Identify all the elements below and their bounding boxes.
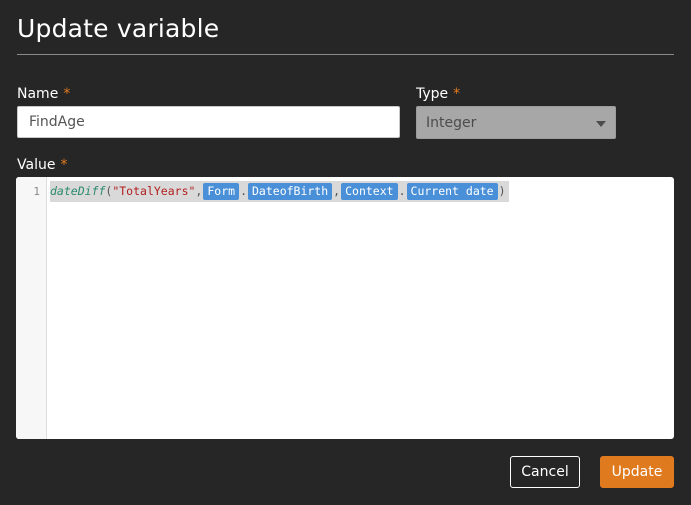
editor-gutter: 1 [16,177,47,439]
type-select[interactable]: Integer [416,106,616,139]
value-label: Value * [17,157,67,173]
value-code-editor[interactable]: 1 dateDiff("TotalYears", Form. DateofBirth… [16,177,674,439]
dot: . [398,184,406,198]
dot: . [240,184,247,198]
dialog-title: Update variable [17,14,220,43]
name-input[interactable] [17,106,400,138]
chevron-down-icon [596,121,606,127]
update-button[interactable]: Update [600,456,674,488]
line-number: 1 [33,185,40,198]
title-divider [17,54,674,55]
comma: , [195,184,203,198]
name-label-text: Name [17,86,59,102]
cancel-button[interactable]: Cancel [510,456,580,488]
code-line[interactable]: dateDiff("TotalYears", Form. DateofBirth, C… [50,181,509,202]
token-context[interactable]: Context [341,183,398,200]
name-label: Name * [17,86,70,102]
type-label: Type * [416,86,460,102]
token-current-date[interactable]: Current date [406,183,498,200]
comma: , [333,184,341,198]
value-label-text: Value [17,157,56,173]
type-label-text: Type [416,86,449,102]
required-marker: * [63,86,71,102]
required-marker: * [60,157,68,173]
close-paren: ) [498,184,506,198]
token-form[interactable]: Form [203,183,240,200]
token-date-of-birth[interactable]: DateofBirth [248,183,333,200]
string-argument: "TotalYears" [112,184,196,198]
type-select-value: Integer [426,115,477,131]
update-variable-dialog: Update variable Name* Type* Integer Valu… [0,0,691,505]
required-marker: * [453,86,461,102]
function-name: dateDiff [50,184,106,198]
